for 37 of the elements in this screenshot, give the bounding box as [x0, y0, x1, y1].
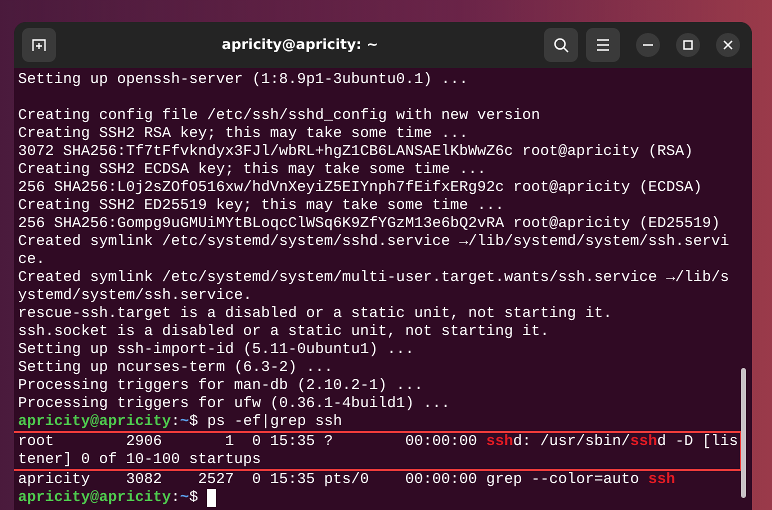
terminal-line: ssh.socket is a disabled or a static unit, not starting it.: [18, 323, 550, 341]
search-icon: [553, 37, 569, 53]
minimize-icon: [643, 44, 653, 46]
terminal-line: Creating SSH2 RSA key; this may take some time ...: [18, 125, 470, 143]
terminal-line: root 2906 1 0 15:35 ? 00:00:00 sshd: /usr/sbin/sshd -D [lis: [18, 433, 740, 451]
scrollbar[interactable]: [741, 368, 746, 498]
terminal-line: ce.: [18, 251, 46, 269]
terminal-line: apricity 3082 2527 0 15:35 pts/0 00:00:00 grep --color=auto ssh: [18, 471, 676, 489]
terminal-line: ystemd/system/ssh.service.: [18, 287, 254, 305]
command-prompt: apricity@apricity:~$ ps -ef|grep ssh: [18, 413, 342, 430]
close-icon: [723, 40, 733, 50]
terminal-line: Setting up ncurses-term (6.3-2) ...: [18, 359, 334, 377]
terminal-line: 256 SHA256:L0j2sZOfO516xw/hdVnXeyiZ5EIYnph7fEifxERg92c root@apricity (ECDSA): [18, 179, 704, 197]
close-button[interactable]: [716, 33, 740, 57]
minimize-button[interactable]: [636, 33, 660, 57]
new-tab-button[interactable]: [22, 28, 56, 62]
terminal-line: Creating SSH2 ECDSA key; this may take some time ...: [18, 161, 488, 179]
maximize-icon: [683, 40, 693, 50]
terminal-line: Creating config file /etc/ssh/sshd_config with new version: [18, 107, 542, 125]
maximize-button[interactable]: [676, 33, 700, 57]
new-tab-icon: [31, 37, 47, 53]
terminal-line: tener] 0 of 10-100 startups: [18, 451, 262, 469]
terminal-line: 3072 SHA256:Tf7tFfvkndyx3FJl/wbRL+hgZ1CB6LANSAElKbWwZ6c root@apricity (RSA): [18, 143, 694, 161]
window-title: apricity@apricity: ~: [220, 36, 380, 54]
menu-button[interactable]: [586, 28, 620, 62]
terminal-line: Creating SSH2 ED25519 key; this may take some time ...: [18, 197, 506, 215]
terminal-line: Setting up openssh-server (1:8.9p1-3ubuntu0.1) ...: [18, 71, 470, 89]
menu-icon: [596, 39, 610, 51]
terminal-line: 256 SHA256:Gompg9uGMUiMYtBLoqcClWSq6K9ZfYGzM13e6bQ2vRA root@apricity (ED25519): [18, 215, 722, 233]
terminal-line: rescue-ssh.target is a disabled or a static unit, not starting it.: [18, 305, 614, 323]
terminal-line: Setting up ssh-import-id (5.11-0ubuntu1) ...: [18, 341, 416, 359]
terminal-line: Processing triggers for ufw (0.36.1-4build1) ...: [18, 395, 452, 413]
command-prompt: apricity@apricity:~$: [18, 489, 200, 506]
search-button[interactable]: [544, 28, 578, 62]
terminal-line: Created symlink /etc/systemd/system/sshd.service →/lib/systemd/system/ssh.servi: [18, 233, 730, 251]
terminal-line: Processing triggers for man-db (2.10.2-1) ...: [18, 377, 424, 395]
terminal-line: Created symlink /etc/systemd/system/multi-user.target.wants/ssh.service →/lib/s: [18, 269, 730, 287]
